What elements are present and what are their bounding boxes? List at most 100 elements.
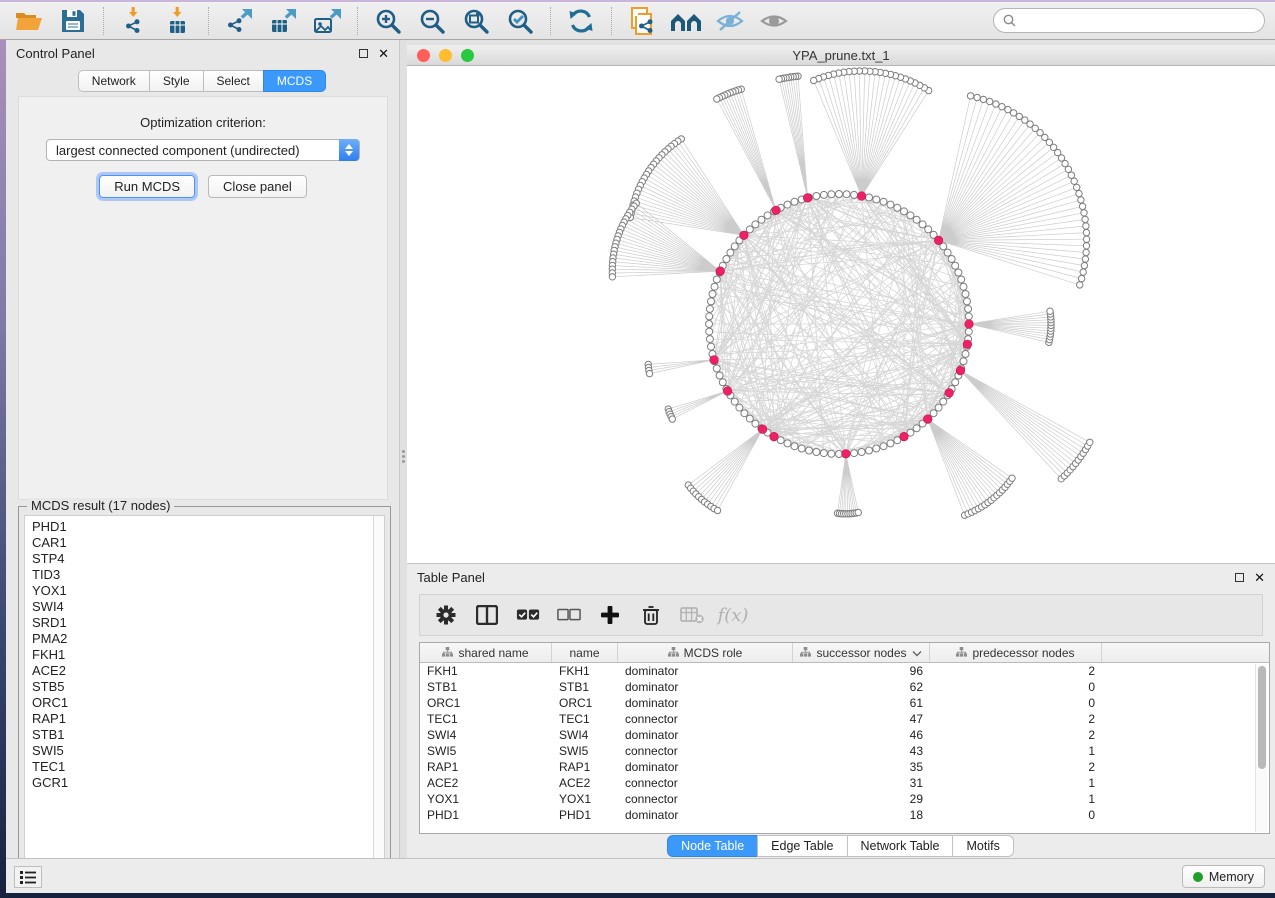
close-panel-button[interactable]: Close panel: [208, 175, 307, 198]
maximize-window-icon[interactable]: [461, 49, 474, 62]
table-row[interactable]: RAP1RAP1dominator352: [420, 759, 1269, 775]
mcds-result-item[interactable]: CAR1: [32, 535, 384, 551]
run-mcds-button[interactable]: Run MCDS: [99, 175, 195, 198]
search-input[interactable]: [1022, 13, 1255, 29]
mcds-result-item[interactable]: ACE2: [32, 663, 384, 679]
tab-style[interactable]: Style: [149, 70, 204, 92]
export-network-button[interactable]: [220, 5, 258, 37]
table-row[interactable]: ORC1ORC1dominator610: [420, 695, 1269, 711]
toolbar-separator: [357, 7, 358, 35]
export-image-button[interactable]: [308, 5, 346, 37]
close-table-panel-icon[interactable]: ✕: [1254, 571, 1265, 584]
table-tabs: Node TableEdge TableNetwork TableMotifs: [407, 835, 1275, 857]
minimize-window-icon[interactable]: [439, 49, 452, 62]
mcds-list-scrollbar[interactable]: [373, 516, 384, 871]
float-panel-icon[interactable]: [359, 49, 368, 58]
select-all-button[interactable]: [516, 603, 540, 627]
refresh-layout-button[interactable]: [562, 5, 600, 37]
mcds-result-item[interactable]: SRD1: [32, 615, 384, 631]
table-row[interactable]: ACE2ACE2connector311: [420, 775, 1269, 791]
mcds-result-item[interactable]: GCR1: [32, 775, 384, 791]
cell-successor-nodes: 43: [793, 744, 930, 758]
table-row[interactable]: TEC1TEC1connector472: [420, 711, 1269, 727]
network-canvas[interactable]: [407, 66, 1275, 563]
mcds-result-item[interactable]: TEC1: [32, 759, 384, 775]
column-header-shared-name[interactable]: shared name: [420, 643, 552, 662]
first-neighbors-button[interactable]: [667, 5, 705, 37]
close-panel-icon[interactable]: ✕: [378, 47, 389, 60]
mcds-result-list[interactable]: PHD1CAR1STP4TID3YOX1SWI4SRD1PMA2FKH1ACE2…: [24, 515, 385, 872]
hide-selected-button[interactable]: [711, 5, 749, 37]
mcds-result-item[interactable]: PHD1: [32, 519, 384, 535]
mcds-result-item[interactable]: TID3: [32, 567, 384, 583]
deselect-all-button[interactable]: [557, 603, 581, 627]
table-row[interactable]: STB1STB1dominator620: [420, 679, 1269, 695]
cell-predecessor-nodes: 2: [930, 728, 1102, 742]
mcds-result-item[interactable]: RAP1: [32, 711, 384, 727]
delete-column-button[interactable]: [639, 603, 663, 627]
new-network-from-selection-button[interactable]: [623, 5, 661, 37]
mcds-result-item[interactable]: STP4: [32, 551, 384, 567]
save-session-button[interactable]: [54, 5, 92, 37]
mcds-result-item[interactable]: YOX1: [32, 583, 384, 599]
table-panel-title: Table Panel: [417, 570, 485, 585]
column-header-name[interactable]: name: [552, 643, 618, 662]
tab-network[interactable]: Network: [78, 70, 150, 92]
table-toolbar: f(x): [419, 594, 1263, 636]
column-header-MCDS-role[interactable]: MCDS role: [618, 643, 793, 662]
cytoscape-app-window: Control Panel ✕ NetworkStyleSelectMCDS O…: [0, 0, 1275, 898]
show-all-button[interactable]: [755, 5, 793, 37]
mcds-result-item[interactable]: SWI4: [32, 599, 384, 615]
tab-edge-table[interactable]: Edge Table: [757, 835, 847, 857]
node-table-header[interactable]: shared namenameMCDS rolesuccessor nodesp…: [420, 643, 1269, 663]
tab-network-table[interactable]: Network Table: [847, 835, 954, 857]
memory-button[interactable]: Memory: [1182, 865, 1265, 888]
task-history-button[interactable]: [14, 866, 42, 888]
panel-splitter[interactable]: [400, 40, 407, 858]
table-row[interactable]: PHD1PHD1dominator180: [420, 807, 1269, 823]
tab-node-table[interactable]: Node Table: [667, 835, 758, 857]
export-table-button[interactable]: [264, 5, 302, 37]
column-header-successor-nodes[interactable]: successor nodes: [793, 643, 930, 662]
search-box[interactable]: [993, 8, 1265, 33]
settings-gear-button[interactable]: [434, 603, 458, 627]
table-row[interactable]: YOX1YOX1connector291: [420, 791, 1269, 807]
zoom-in-button[interactable]: [369, 5, 407, 37]
table-panel: Table Panel ✕ f(x) shared namenameMCDS r…: [407, 563, 1275, 858]
cell-name: ORC1: [552, 696, 618, 710]
mcds-result-item[interactable]: STB1: [32, 727, 384, 743]
zoom-selected-button[interactable]: [501, 5, 539, 37]
column-selector-button[interactable]: [475, 603, 499, 627]
mcds-result-item[interactable]: ORC1: [32, 695, 384, 711]
open-file-button[interactable]: [10, 5, 48, 37]
mcds-result-item[interactable]: STB5: [32, 679, 384, 695]
close-window-icon[interactable]: [417, 49, 430, 62]
add-column-button[interactable]: [598, 603, 622, 627]
mcds-result-item[interactable]: SWI5: [32, 743, 384, 759]
table-row[interactable]: SWI5SWI5connector431: [420, 743, 1269, 759]
network-window-titlebar[interactable]: YPA_prune.txt_1: [407, 45, 1275, 66]
cell-shared-name: TEC1: [420, 712, 552, 726]
namespace-icon: [442, 646, 453, 660]
network-view-window: YPA_prune.txt_1: [407, 45, 1275, 563]
import-network-button[interactable]: [115, 5, 153, 37]
tab-motifs[interactable]: Motifs: [952, 835, 1013, 857]
float-table-panel-icon[interactable]: [1235, 573, 1244, 582]
memory-label: Memory: [1209, 870, 1254, 884]
mcds-result-item[interactable]: PMA2: [32, 631, 384, 647]
zoom-fit-button[interactable]: [457, 5, 495, 37]
mcds-result-item[interactable]: FKH1: [32, 647, 384, 663]
tab-select[interactable]: Select: [203, 70, 264, 92]
node-table[interactable]: shared namenameMCDS rolesuccessor nodesp…: [419, 642, 1270, 834]
table-scrollbar-thumb[interactable]: [1258, 666, 1266, 769]
tab-mcds[interactable]: MCDS: [263, 70, 326, 92]
table-row[interactable]: SWI4SWI4dominator462: [420, 727, 1269, 743]
table-scrollbar[interactable]: [1255, 664, 1267, 832]
criterion-dropdown[interactable]: largest connected component (undirected): [46, 139, 360, 161]
cell-name: SWI5: [552, 744, 618, 758]
table-row[interactable]: FKH1FKH1dominator962: [420, 663, 1269, 679]
column-header-predecessor-nodes[interactable]: predecessor nodes: [930, 643, 1102, 662]
zoom-out-button[interactable]: [413, 5, 451, 37]
toolbar-separator: [611, 7, 612, 35]
import-table-button[interactable]: [159, 5, 197, 37]
